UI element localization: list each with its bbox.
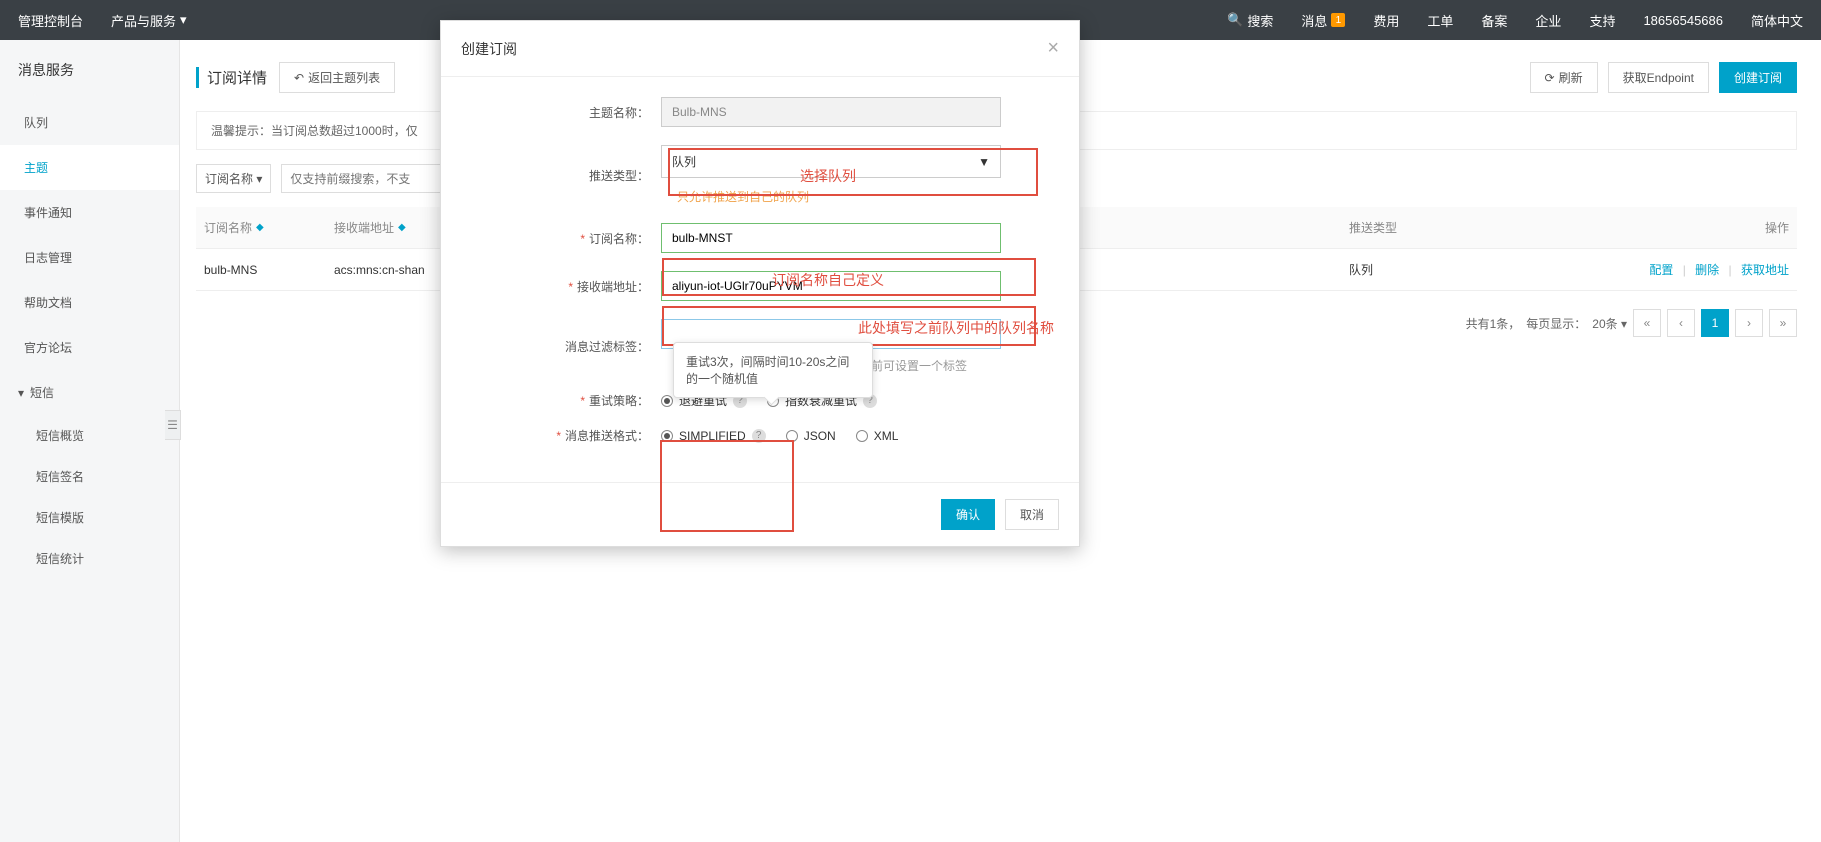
form-row-sub-name: *订阅名称： — [461, 223, 1039, 253]
tag-label: 消息过滤标签： — [461, 338, 661, 355]
modal-footer: 确认 取消 — [441, 482, 1079, 546]
radio-on-icon — [661, 395, 673, 407]
topic-label: 主题名称： — [461, 104, 661, 121]
push-type-value: 队列 — [672, 153, 696, 170]
format-label: *消息推送格式： — [461, 427, 661, 444]
form-row-endpoint: *接收端地址： — [461, 271, 1039, 301]
subscription-name-input[interactable] — [661, 223, 1001, 253]
tag-hint: 前可设置一个标签 — [871, 357, 1039, 374]
format-xml-label: XML — [874, 429, 899, 443]
create-subscription-modal: 创建订阅 × 主题名称： 推送类型： 队列 ▼ 只允许推送到自己的队列 *订阅 — [440, 20, 1080, 547]
modal-backdrop: 创建订阅 × 主题名称： 推送类型： 队列 ▼ 只允许推送到自己的队列 *订阅 — [0, 0, 1821, 842]
modal-body: 主题名称： 推送类型： 队列 ▼ 只允许推送到自己的队列 *订阅名称： *接收 — [441, 77, 1079, 482]
endpoint-label-text: 接收端地址： — [577, 280, 649, 294]
retry-label-text: 重试策略： — [589, 394, 649, 408]
retry-label: *重试策略： — [461, 392, 661, 409]
endpoint-label: *接收端地址： — [461, 278, 661, 295]
sub-name-label: *订阅名称： — [461, 230, 661, 247]
push-type-label: 推送类型： — [461, 167, 661, 184]
topic-name-input — [661, 97, 1001, 127]
help-icon[interactable]: ? — [752, 429, 766, 443]
modal-header: 创建订阅 × — [441, 21, 1079, 77]
format-label-text: 消息推送格式： — [565, 429, 649, 443]
format-simplified-radio[interactable]: SIMPLIFIED? — [661, 429, 766, 443]
push-type-hint: 只允许推送到自己的队列 — [677, 188, 1039, 205]
modal-title: 创建订阅 — [461, 39, 517, 59]
radio-off-icon — [786, 430, 798, 442]
form-row-format: *消息推送格式： SIMPLIFIED? JSON XML — [461, 427, 1039, 444]
form-row-push-type: 推送类型： 队列 ▼ 只允许推送到自己的队列 — [461, 145, 1039, 205]
form-row-topic: 主题名称： — [461, 97, 1039, 127]
format-json-label: JSON — [804, 429, 836, 443]
form-row-retry: 重试3次，间隔时间10-20s之间的一个随机值 *重试策略： 退避重试? 指数衰… — [461, 392, 1039, 409]
format-json-radio[interactable]: JSON — [786, 429, 836, 443]
chevron-down-icon: ▼ — [978, 155, 990, 169]
close-icon[interactable]: × — [1047, 37, 1059, 60]
sub-name-label-text: 订阅名称： — [589, 232, 649, 246]
push-type-select[interactable]: 队列 ▼ — [661, 145, 1001, 178]
format-simplified-label: SIMPLIFIED — [679, 429, 746, 443]
confirm-button[interactable]: 确认 — [941, 499, 995, 530]
cancel-button[interactable]: 取消 — [1005, 499, 1059, 530]
format-xml-radio[interactable]: XML — [856, 429, 899, 443]
endpoint-input[interactable] — [661, 271, 1001, 301]
radio-off-icon — [856, 430, 868, 442]
retry-tooltip: 重试3次，间隔时间10-20s之间的一个随机值 — [673, 342, 873, 398]
radio-on-icon — [661, 430, 673, 442]
